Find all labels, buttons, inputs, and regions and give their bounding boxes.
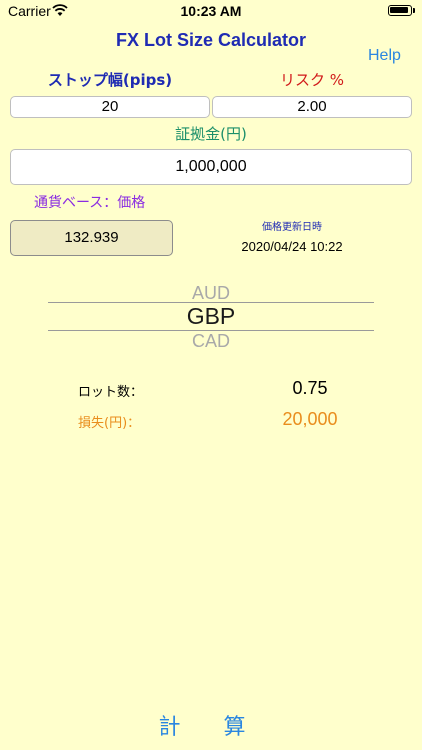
price-updated-value: 2020/04/24 10:22 xyxy=(241,239,343,254)
risk-percent-label: リスク % xyxy=(279,71,345,89)
loss-label: 損失(円)： xyxy=(78,416,141,431)
status-time: 10:23 AM xyxy=(180,3,242,19)
battery-icon xyxy=(388,5,412,16)
calculate-button[interactable]: 計 算 xyxy=(0,709,422,741)
margin-input[interactable]: 1,000,000 xyxy=(10,149,412,185)
risk-percent-input[interactable]: 2.00 xyxy=(212,96,412,118)
lot-count-label: ロット数： xyxy=(78,385,144,400)
price-updated-label: 価格更新日時 xyxy=(262,222,322,233)
margin-label: 証拠金(円) xyxy=(175,125,247,143)
battery-tip xyxy=(413,8,415,13)
app-title: FX Lot Size Calculator xyxy=(115,30,307,50)
stop-width-label: ストップ幅(pips) xyxy=(47,71,173,89)
picker-option-below[interactable]: CAD xyxy=(0,331,422,352)
help-button[interactable]: Help xyxy=(368,47,401,65)
status-bar: Carrier 10:23 AM xyxy=(0,0,422,24)
lot-count-value: 0.75 xyxy=(292,378,328,398)
stop-width-input[interactable]: 20 xyxy=(10,96,210,118)
picker-option-above[interactable]: AUD xyxy=(0,283,422,304)
loss-value: 20,000 xyxy=(282,409,338,429)
base-price-label: 通貨ベース：価格 xyxy=(34,195,146,211)
price-value: 132.939 xyxy=(10,220,173,256)
picker-selected-option[interactable]: GBP xyxy=(0,303,422,330)
